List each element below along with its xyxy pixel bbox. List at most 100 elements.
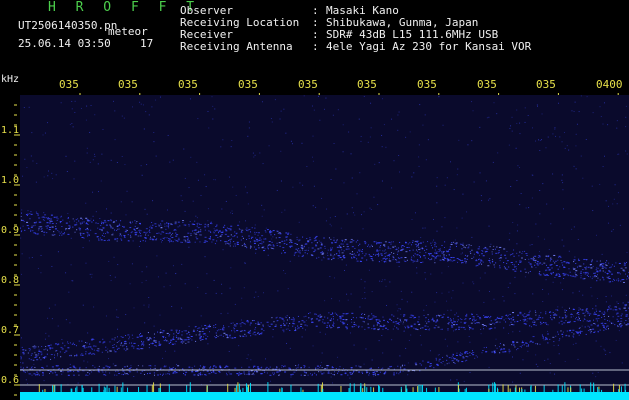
signal-pixel — [139, 336, 142, 338]
signal-pixel — [94, 366, 96, 368]
signal-pixel — [117, 238, 119, 240]
noise-spike — [91, 387, 93, 392]
signal-pixel — [172, 371, 174, 373]
signal-pixel — [211, 223, 213, 225]
signal-pixel — [602, 263, 605, 265]
signal-pixel — [87, 229, 89, 231]
noise-speck — [228, 350, 230, 352]
noise-speck — [67, 212, 69, 214]
noise-speck — [381, 134, 383, 136]
signal-pixel — [565, 320, 567, 322]
noise-speck — [150, 225, 152, 227]
signal-pixel — [188, 366, 191, 368]
noise-speck — [88, 240, 90, 242]
noise-spike — [98, 383, 100, 392]
signal-pixel — [254, 227, 256, 229]
signal-pixel — [226, 337, 229, 339]
signal-pixel — [230, 373, 233, 375]
signal-pixel — [591, 278, 593, 280]
signal-pixel — [165, 232, 168, 234]
signal-pixel — [187, 341, 190, 343]
noise-speck — [212, 118, 214, 120]
signal-pixel — [341, 240, 343, 242]
signal-pixel — [435, 357, 437, 359]
signal-pixel — [118, 373, 121, 375]
noise-speck — [246, 192, 248, 194]
noise-speck — [360, 214, 362, 216]
noise-speck — [41, 216, 43, 218]
noise-speck — [321, 259, 323, 261]
signal-pixel — [473, 256, 475, 258]
signal-pixel — [430, 242, 432, 244]
noise-spike — [75, 387, 77, 392]
noise-spike — [438, 387, 440, 392]
signal-pixel — [188, 240, 190, 242]
noise-speck — [73, 178, 75, 180]
signal-pixel — [304, 366, 306, 368]
signal-pixel — [579, 308, 581, 310]
signal-pixel — [65, 228, 68, 230]
signal-pixel — [326, 325, 328, 327]
signal-pixel — [406, 320, 408, 322]
signal-pixel — [587, 273, 589, 275]
noise-speck — [213, 228, 215, 230]
signal-pixel — [46, 222, 49, 224]
signal-pixel — [392, 321, 395, 323]
noise-speck — [581, 325, 583, 327]
signal-pixel — [498, 346, 500, 348]
signal-pixel — [478, 258, 480, 260]
noise-speck — [560, 282, 562, 284]
signal-pixel — [204, 240, 207, 242]
signal-pixel — [544, 274, 547, 276]
signal-pixel — [371, 259, 373, 261]
signal-pixel — [263, 238, 265, 240]
signal-pixel — [23, 353, 25, 355]
signal-pixel — [356, 317, 358, 319]
noise-speck — [519, 372, 521, 374]
signal-pixel — [347, 323, 349, 325]
noise-speck — [197, 179, 199, 181]
noise-speck — [398, 154, 400, 156]
signal-pixel — [254, 328, 256, 330]
signal-pixel — [385, 370, 387, 372]
signal-pixel — [451, 326, 454, 328]
signal-pixel — [144, 237, 147, 239]
signal-pixel — [410, 259, 412, 261]
noise-spike — [457, 384, 459, 392]
signal-pixel — [464, 360, 466, 362]
signal-pixel — [78, 340, 80, 342]
signal-pixel — [358, 371, 361, 373]
signal-pixel — [353, 257, 356, 259]
signal-pixel — [165, 228, 167, 230]
noise-speck — [296, 238, 298, 240]
noise-spike — [168, 384, 170, 392]
signal-pixel — [442, 316, 444, 318]
signal-pixel — [264, 371, 266, 373]
signal-pixel — [192, 330, 195, 332]
noise-speck — [330, 225, 332, 227]
signal-pixel — [245, 335, 247, 337]
signal-pixel — [387, 246, 389, 248]
noise-speck — [473, 283, 475, 285]
signal-pixel — [67, 371, 70, 373]
signal-pixel — [480, 259, 482, 261]
signal-pixel — [139, 223, 141, 225]
noise-speck — [601, 253, 603, 255]
signal-pixel — [324, 245, 326, 247]
noise-spike — [38, 384, 40, 392]
noise-spike — [412, 387, 414, 392]
noise-speck — [302, 184, 304, 186]
signal-pixel — [81, 222, 83, 224]
noise-speck — [462, 282, 464, 284]
noise-speck — [169, 161, 171, 163]
noise-spike — [373, 387, 375, 392]
noise-speck — [351, 177, 353, 179]
noise-speck — [489, 198, 491, 200]
signal-pixel — [470, 252, 472, 254]
noise-speck — [239, 221, 241, 223]
signal-pixel — [599, 279, 601, 281]
signal-pixel — [494, 345, 496, 347]
signal-pixel — [114, 238, 117, 240]
signal-pixel — [105, 224, 108, 226]
noise-speck — [141, 174, 143, 176]
